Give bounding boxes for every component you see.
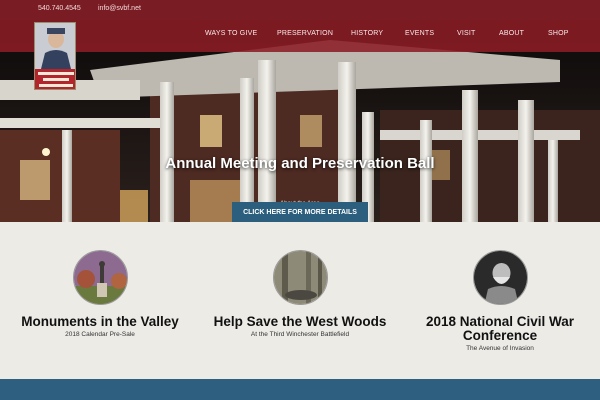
nav-history[interactable]: HISTORY (351, 30, 383, 37)
feature-title[interactable]: 2018 National Civil War Conference (400, 315, 600, 343)
top-contact-bar: 540.740.4545 info@svbf.net (0, 0, 600, 20)
woods-image-icon (273, 251, 327, 304)
site-logo[interactable] (34, 22, 76, 90)
feature-title[interactable]: Monuments in the Valley (0, 315, 200, 329)
feature-west-woods[interactable]: Help Save the West Woods At the Third Wi… (200, 250, 400, 338)
nav-about[interactable]: ABOUT (499, 30, 524, 37)
nav-events[interactable]: EVENTS (405, 30, 434, 37)
west-woods-thumbnail[interactable] (272, 250, 328, 305)
logo-banner (35, 69, 75, 89)
feature-monuments[interactable]: Monuments in the Valley 2018 Calendar Pr… (0, 250, 200, 338)
nav-preservation[interactable]: PRESERVATION (277, 30, 333, 37)
monument-thumbnail[interactable] (72, 250, 128, 305)
conference-thumbnail[interactable] (472, 250, 528, 305)
feature-subtitle: 2018 Calendar Pre-Sale (65, 331, 135, 338)
more-details-button[interactable]: CLICK HERE FOR MORE DETAILS (232, 202, 368, 222)
feature-conference[interactable]: 2018 National Civil War Conference The A… (400, 250, 600, 352)
general-portrait-icon (473, 251, 527, 304)
soldier-portrait-icon (35, 23, 75, 69)
main-navigation: WAYS TO GIVE PRESERVATION HISTORY EVENTS… (0, 20, 600, 52)
feature-subtitle: The Avenue of Invasion (466, 345, 534, 352)
logo-portrait (35, 23, 75, 69)
email-link[interactable]: info@svbf.net (98, 5, 141, 12)
monument-image-icon (73, 251, 127, 304)
hero-title: Annual Meeting and Preservation Ball (165, 155, 435, 172)
nav-ways-to-give[interactable]: WAYS TO GIVE (205, 30, 257, 37)
phone-number[interactable]: 540.740.4545 (38, 5, 81, 12)
nav-shop[interactable]: SHOP (548, 30, 569, 37)
logo-wordmark-icon (38, 72, 74, 87)
nav-visit[interactable]: VISIT (457, 30, 476, 37)
footer-band (0, 379, 600, 400)
feature-subtitle: At the Third Winchester Battlefield (250, 331, 350, 338)
feature-title[interactable]: Help Save the West Woods (200, 315, 400, 329)
